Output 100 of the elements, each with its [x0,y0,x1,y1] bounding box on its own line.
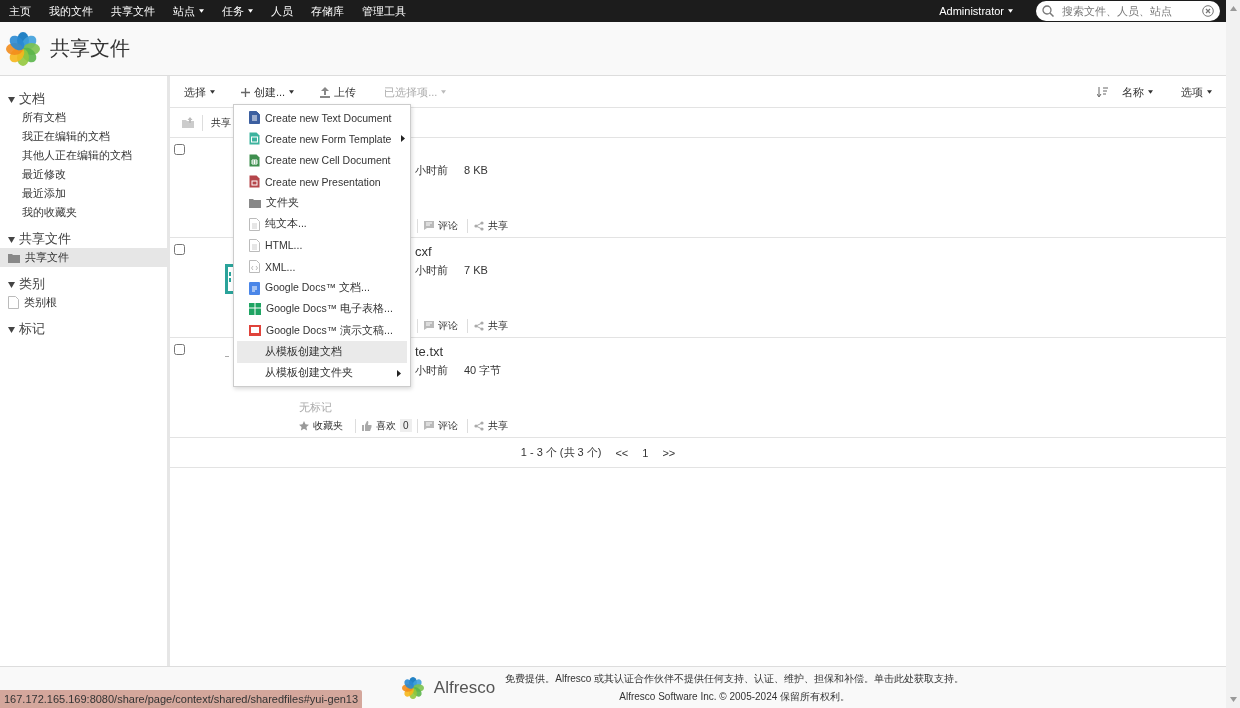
breadcrumb[interactable]: 共享 [211,115,231,130]
sidebar-item[interactable]: 类别根 [0,293,167,312]
row-checkbox[interactable] [174,144,185,155]
scroll-down-icon[interactable] [1229,697,1237,702]
scroll-up-icon[interactable] [1229,6,1237,11]
scrollbar[interactable] [1226,0,1240,708]
page-title: 共享文件 [50,36,130,61]
folder-icon [249,197,261,208]
nav-link[interactable]: 共享文件 [102,3,164,19]
nav-link[interactable]: 主页 [0,3,40,19]
document-name[interactable]: te.txt [415,343,444,359]
page-number[interactable]: 1 [642,446,649,459]
triangle-icon [8,95,15,103]
toolbar-button[interactable]: 选项 [1181,84,1212,100]
menu-item[interactable]: 文件夹 [237,192,407,214]
nav-link[interactable]: 人员 [262,3,302,19]
sidebar-item[interactable]: 其他人正在编辑的文档 [0,146,167,165]
sidebar-item[interactable]: 所有文档 [0,108,167,127]
action-link[interactable]: 评论 [417,318,467,333]
action-link[interactable]: 共享 [467,418,517,433]
menu-item[interactable]: HTML... [237,234,407,257]
action-link[interactable]: 共享 [467,318,517,333]
section-header[interactable]: 共享文件 [0,230,167,248]
file-size: 40 字节 [464,362,502,378]
menu-item[interactable]: Create new Cell Document [237,149,407,171]
action-link[interactable]: 喜欢 0 [355,418,417,433]
search-field[interactable]: 搜索文件、人员、站点 [1036,1,1220,21]
submenu-arrow-icon [401,135,406,143]
action-link[interactable]: 评论 [417,218,467,233]
nav-link[interactable]: 我的文件 [40,3,102,19]
file-thumbnail-icon [225,264,233,294]
form-icon [249,132,260,146]
comment-icon [424,421,434,431]
slides-icon [249,325,261,337]
menu-item[interactable]: XML... [237,256,407,278]
action-link[interactable]: 共享 [467,218,517,233]
submenu-arrow-icon [397,369,401,377]
menu-item[interactable]: Google Docs™ 演示文稿... [237,319,407,342]
slides-icon [249,175,260,189]
caret-icon [199,9,204,13]
action-link[interactable]: 收藏夹 [299,418,355,433]
caret-icon [210,90,215,94]
menu-item[interactable]: 从模板创建文件夹 [237,362,407,384]
toolbar-button[interactable]: 名称 [1122,84,1153,100]
triangle-icon [8,325,15,333]
modified-time: 小时前 [415,362,448,378]
nav-link[interactable]: 存储库 [302,3,353,19]
document-icon [249,217,260,231]
menu-item[interactable]: Create new Form Template [237,128,407,150]
share-icon [474,320,484,331]
search-icon [1042,5,1054,17]
share-icon [474,220,484,231]
sidebar-item[interactable]: 共享文件 [0,248,167,267]
menu-item[interactable]: 从模板创建文档 [237,341,407,363]
triangle-icon [8,235,15,243]
section-header[interactable]: 标记 [0,320,167,338]
triangle-icon [8,280,15,288]
docs-icon [249,281,260,295]
thumbs-up-icon [362,420,372,431]
section-header[interactable]: 文档 [0,90,167,108]
row-checkbox[interactable] [174,344,185,355]
logo-icon [401,676,424,699]
document-icon [249,238,260,252]
nav-link[interactable]: 管理工具 [353,3,415,19]
caret-icon [441,90,447,94]
prev-page-link[interactable]: << [615,446,629,459]
clear-icon[interactable] [1202,5,1214,17]
menu-item[interactable]: Google Docs™ 电子表格... [237,298,407,320]
upload-icon [320,86,331,98]
tags-label: 无标记 [299,400,332,416]
sheets-icon [249,303,261,316]
nav-link[interactable]: 站点 [164,3,213,19]
file-size: 8 KB [464,164,488,177]
sidebar-item[interactable]: 最近添加 [0,184,167,203]
status-url: 167.172.165.169:8080/share/page/context/shared/sharedfiles#yui-gen13 [0,690,363,708]
section-header[interactable]: 类别 [0,275,167,293]
caret-icon [248,9,253,13]
sidebar-item[interactable]: 我的收藏夹 [0,203,167,222]
sidebar-item[interactable]: 我正在编辑的文档 [0,127,167,146]
menu-item[interactable]: Create new Presentation [237,170,407,193]
menu-item[interactable]: Google Docs™ 文档... [237,277,407,299]
next-page-link[interactable]: >> [662,446,676,459]
menu-item[interactable]: 纯文本... [237,213,407,235]
toolbar-button[interactable]: 选择 [184,84,215,100]
plus-icon [241,87,250,97]
toolbar-button[interactable]: 创建... [241,84,295,100]
action-link[interactable]: 评论 [417,418,467,433]
row-checkbox[interactable] [174,244,185,255]
folder-icon [8,252,20,263]
caret-icon [1008,9,1013,13]
nav-link[interactable]: 任务 [213,3,262,19]
sort-icon[interactable] [1097,87,1108,97]
document-name[interactable]: cxf [415,243,432,259]
comment-icon [424,221,434,231]
user-menu[interactable]: Administrator [930,5,1022,17]
footer-notice[interactable]: 免费提供。Alfresco 或其认证合作伙伴不提供任何支持、认证、维护、担保和补偿。单击此处获取支持。 [505,671,965,686]
sidebar-item[interactable]: 最近修改 [0,165,167,184]
file-size: 7 KB [464,264,488,277]
menu-item[interactable]: Create new Text Document [237,107,407,129]
toolbar-button[interactable]: 上传 [320,84,357,100]
